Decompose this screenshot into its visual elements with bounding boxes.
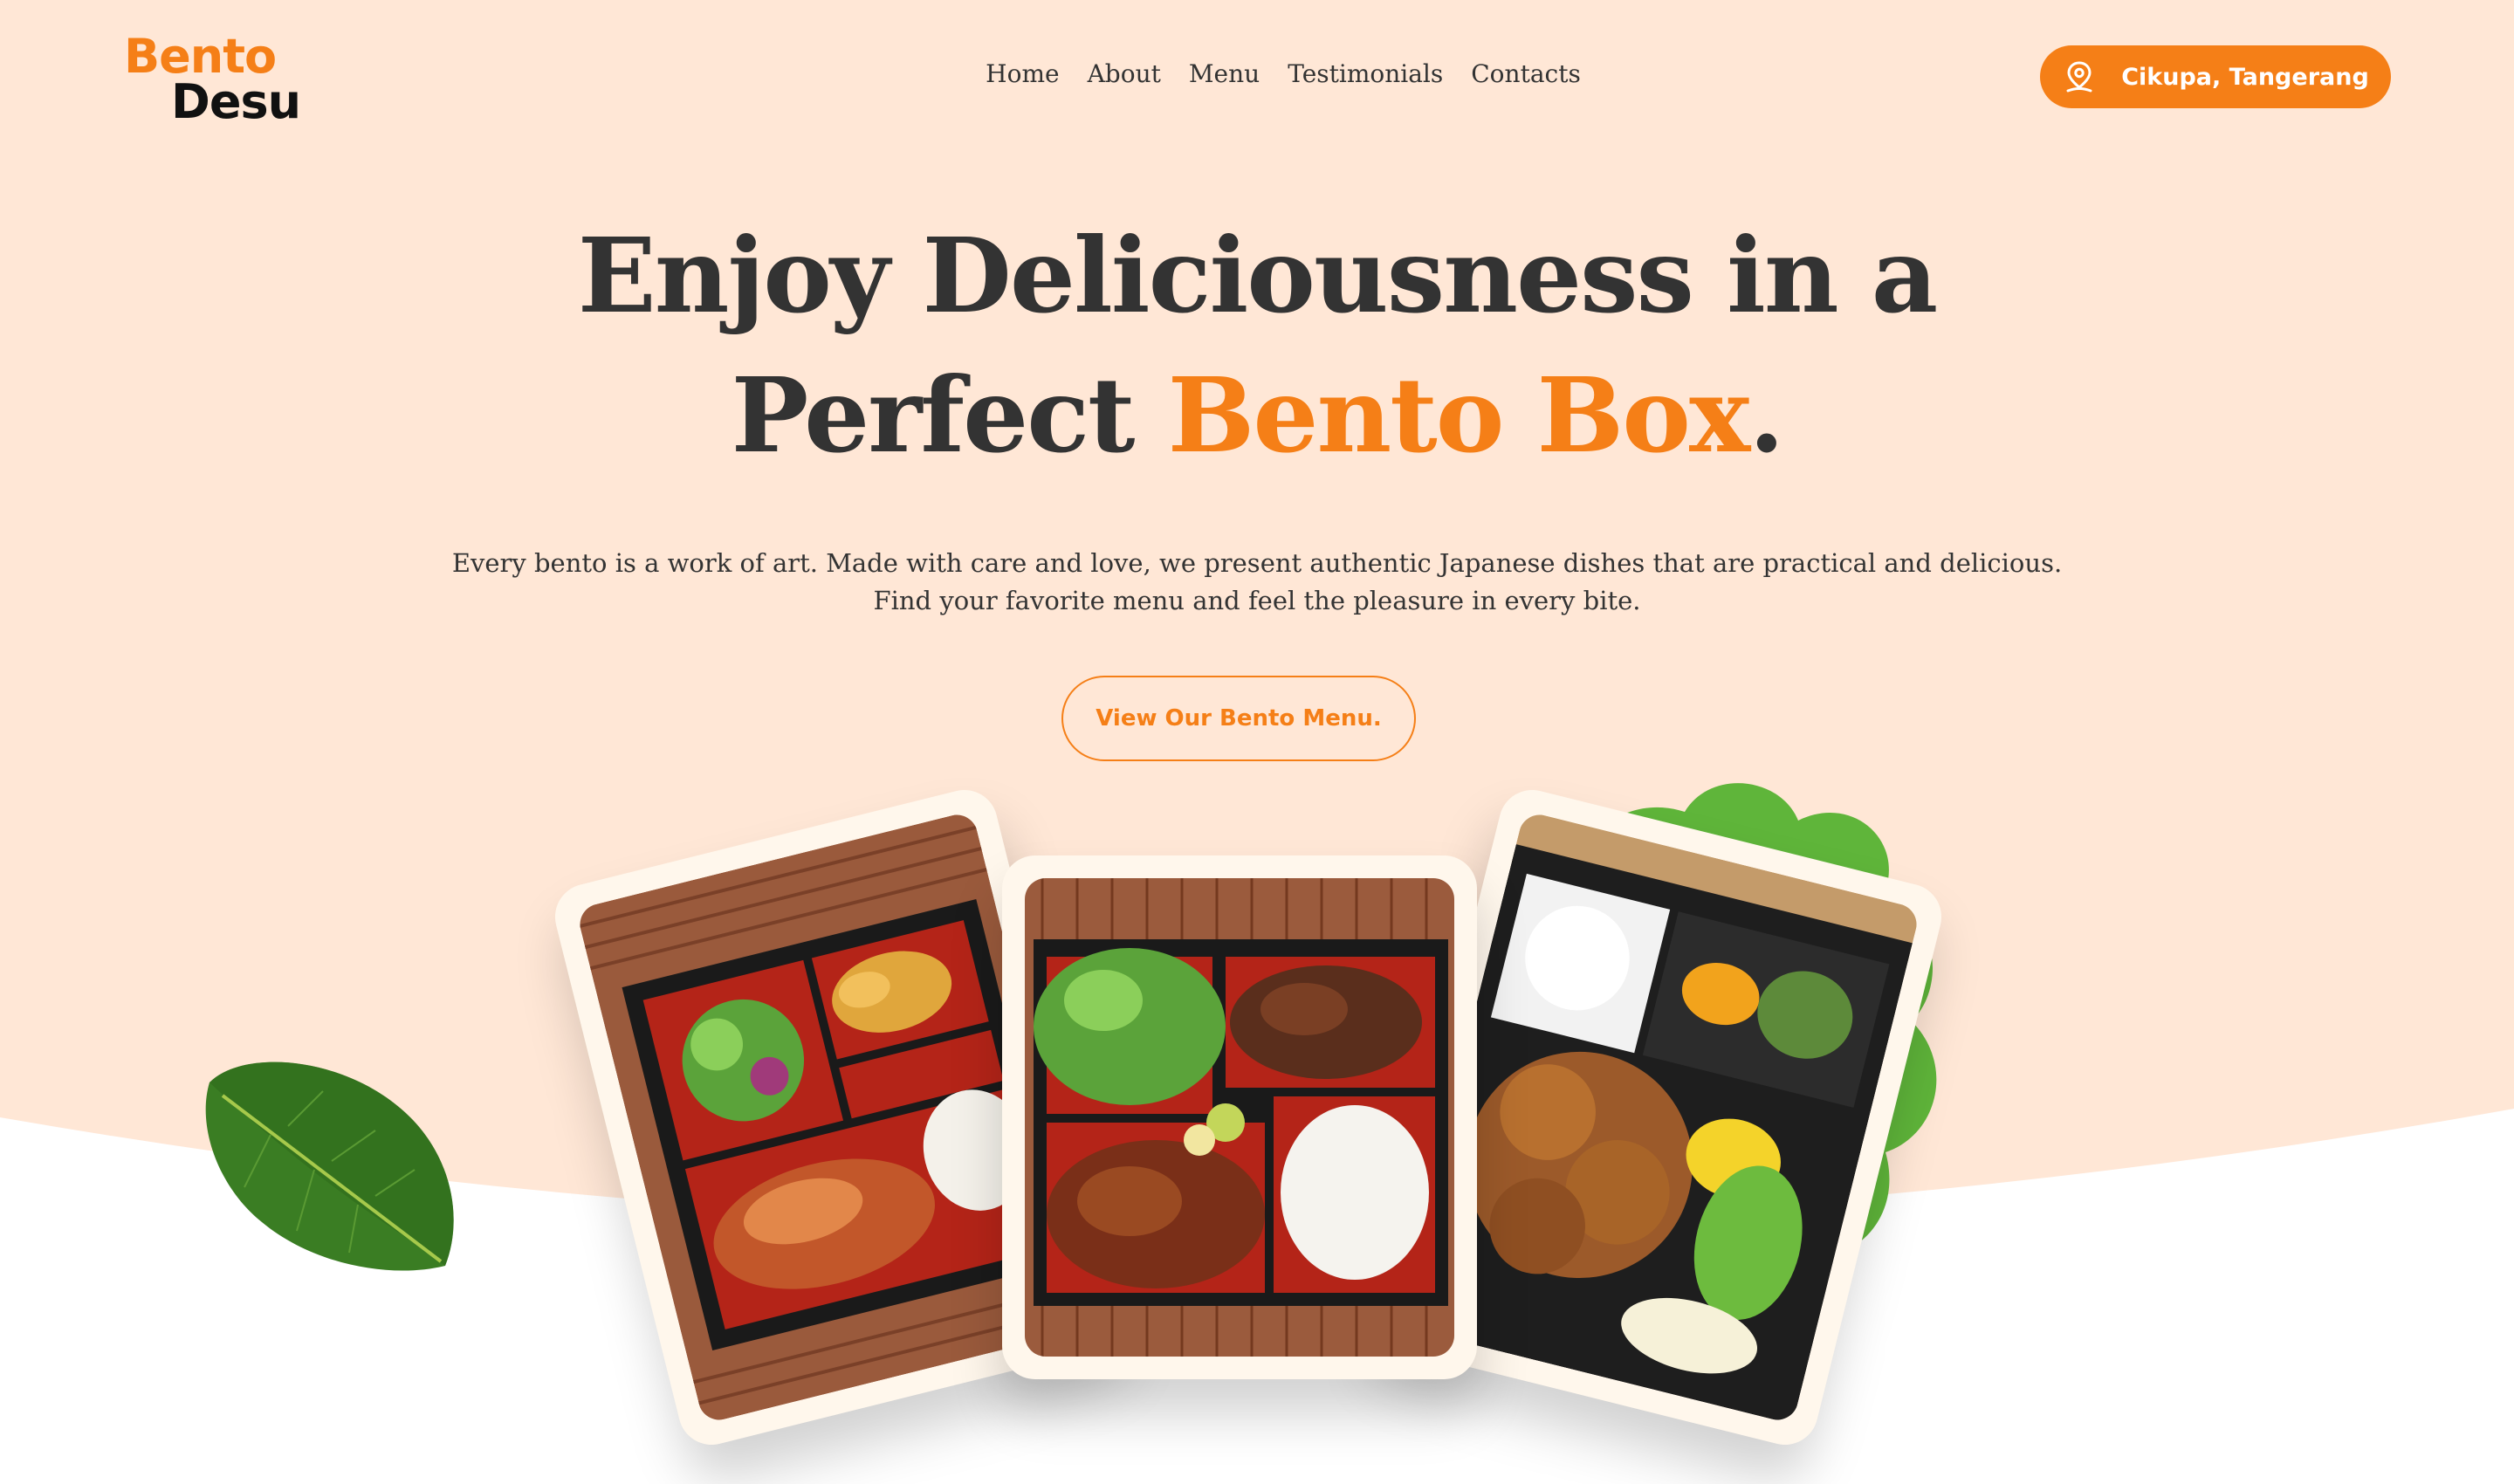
headline-accent: Bento Box xyxy=(1167,354,1751,476)
hero-headline: Enjoy Deliciousness in a Perfect Bento B… xyxy=(0,206,2514,485)
headline-suffix: . xyxy=(1748,354,1784,476)
hero-description: Every bento is a work of art. Made with … xyxy=(451,548,2063,615)
bento-card-center xyxy=(1002,855,1477,1379)
location-label: Cikupa, Tangerang xyxy=(2121,63,2369,91)
bento-photo-center xyxy=(1025,878,1454,1357)
location-pin-icon xyxy=(2066,61,2092,93)
headline-prefix: Perfect xyxy=(731,354,1168,476)
nav-contacts-link[interactable]: Contacts xyxy=(1471,59,1581,88)
headline-line1: Enjoy Deliciousness in a xyxy=(577,215,1938,336)
view-menu-button[interactable]: View Our Bento Menu. xyxy=(1061,676,1416,761)
nav-home-link[interactable]: Home xyxy=(986,59,1059,88)
nav-about-link[interactable]: About xyxy=(1088,59,1161,88)
nav-menu-link[interactable]: Menu xyxy=(1189,59,1260,88)
leaf-decoration xyxy=(205,1061,454,1271)
nav-testimonials-link[interactable]: Testimonials xyxy=(1288,59,1443,88)
location-button[interactable]: Cikupa, Tangerang xyxy=(2040,45,2391,108)
